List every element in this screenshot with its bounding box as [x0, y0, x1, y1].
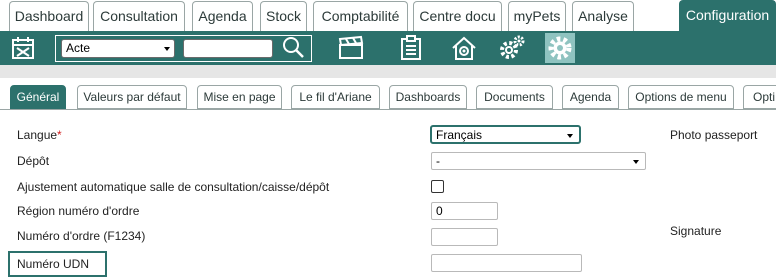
subtab-options-truncated[interactable]: Opti [743, 85, 776, 109]
ajustement-label: Ajustement automatique salle de consulta… [17, 180, 330, 194]
tab-configuration[interactable]: Configuration [679, 0, 776, 31]
calendar-icon[interactable] [9, 34, 37, 62]
udn-label: Numéro UDN [17, 257, 90, 271]
tab-dashboard[interactable]: Dashboard [9, 1, 89, 31]
chevron-down-icon [633, 160, 639, 164]
langue-value: Français [436, 128, 483, 142]
subtab-valeurs-par-defaut[interactable]: Valeurs par défaut [77, 85, 187, 109]
type-select[interactable]: Acte [61, 39, 175, 58]
tab-analyse[interactable]: Analyse [572, 1, 634, 31]
separator-band [0, 65, 776, 78]
numero-ordre-input[interactable] [431, 228, 498, 246]
chevron-down-icon [567, 134, 573, 138]
clapperboard-icon[interactable] [337, 34, 365, 62]
clipboard-icon[interactable] [397, 34, 425, 62]
house-gear-icon[interactable] [450, 34, 478, 62]
subtab-agenda[interactable]: Agenda [562, 85, 619, 109]
subtab-mise-en-page[interactable]: Mise en page [197, 85, 282, 109]
tab-consultation[interactable]: Consultation [93, 1, 185, 31]
depot-select[interactable]: - [431, 152, 646, 170]
tab-stock[interactable]: Stock [260, 1, 307, 31]
udn-input[interactable] [431, 254, 582, 272]
subtab-divider [0, 109, 776, 110]
signature-label: Signature [670, 224, 722, 238]
subtab-general[interactable]: Général [10, 85, 66, 109]
tab-agenda[interactable]: Agenda [192, 1, 253, 31]
search-icon[interactable] [281, 35, 305, 59]
tab-mypets[interactable]: myPets [508, 1, 566, 31]
type-select-value: Acte [66, 41, 91, 55]
depot-label: Dépôt [17, 154, 50, 168]
photo-passeport-label: Photo passeport [670, 128, 758, 142]
langue-label: Langue* [17, 128, 62, 142]
tab-centre-docu[interactable]: Centre docu [413, 1, 502, 31]
app-root: Dashboard Consultation Agenda Stock Comp… [0, 0, 776, 280]
top-nav: Dashboard Consultation Agenda Stock Comp… [0, 0, 776, 31]
settings-gear-icon[interactable] [545, 33, 575, 63]
subtab-fil-ariane[interactable]: Le fil d'Ariane [291, 85, 380, 109]
subtab-documents[interactable]: Documents [476, 85, 553, 109]
langue-select[interactable]: Français [430, 125, 581, 144]
numero-ordre-label: Numéro d'ordre (F1234) [17, 229, 146, 243]
chevron-down-icon [164, 47, 170, 51]
region-input[interactable]: 0 [431, 202, 498, 220]
subtab-dashboards[interactable]: Dashboards [389, 85, 467, 109]
ajustement-checkbox[interactable] [431, 180, 444, 193]
search-input[interactable] [183, 39, 273, 58]
gears-icon[interactable] [498, 34, 526, 62]
required-marker: * [57, 128, 62, 142]
region-label: Région numéro d'ordre [17, 204, 140, 218]
tab-comptabilite[interactable]: Comptabilité [313, 1, 408, 31]
depot-value: - [436, 154, 440, 168]
subtab-options-de-menu[interactable]: Options de menu [628, 85, 734, 109]
